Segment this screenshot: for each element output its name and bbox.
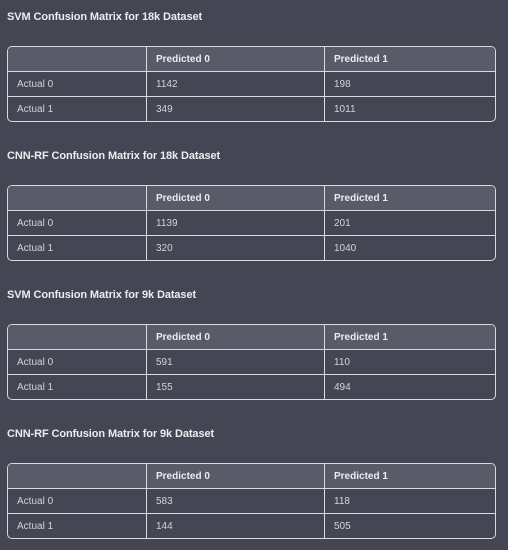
header-cell-predicted-1: Predicted 1 xyxy=(324,464,495,488)
row-label: Actual 1 xyxy=(17,242,54,254)
section-title: CNN-RF Confusion Matrix for 18k Dataset xyxy=(7,150,221,162)
row-label: Actual 0 xyxy=(17,495,54,507)
header-cell-predicted-1: Predicted 1 xyxy=(324,186,495,210)
confusion-matrix-table: Predicted 0 Predicted 1 Actual 0 1142 19… xyxy=(7,46,496,122)
header-cell-empty xyxy=(8,186,146,210)
header-cell-predicted-0: Predicted 0 xyxy=(146,186,324,210)
cell-predicted-0: 155 xyxy=(146,375,324,399)
cell-predicted-1: 1040 xyxy=(324,236,495,260)
table-header-row: Predicted 0 Predicted 1 xyxy=(8,464,495,488)
table-header-row: Predicted 0 Predicted 1 xyxy=(8,325,495,349)
table-row: Actual 0 591 110 xyxy=(8,349,495,374)
header-cell-predicted-0: Predicted 0 xyxy=(146,464,324,488)
header-cell-predicted-1: Predicted 1 xyxy=(324,325,495,349)
header-cell-empty xyxy=(8,464,146,488)
cell-predicted-0: 591 xyxy=(146,350,324,374)
table-row: Actual 0 583 118 xyxy=(8,488,495,513)
table-row: Actual 0 1139 201 xyxy=(8,210,495,235)
cell-predicted-1: 198 xyxy=(324,72,495,96)
header-cell-predicted-0: Predicted 0 xyxy=(146,47,324,71)
row-label: Actual 0 xyxy=(17,217,54,229)
cell-predicted-0: 1142 xyxy=(146,72,324,96)
cell-predicted-1: 494 xyxy=(324,375,495,399)
table-row: Actual 0 1142 198 xyxy=(8,71,495,96)
row-label: Actual 1 xyxy=(17,381,54,393)
confusion-matrix-table: Predicted 0 Predicted 1 Actual 0 583 118… xyxy=(7,463,496,539)
header-cell-empty xyxy=(8,325,146,349)
cell-predicted-0: 1139 xyxy=(146,211,324,235)
table-row: Actual 1 155 494 xyxy=(8,374,495,399)
cell-predicted-0: 583 xyxy=(146,489,324,513)
cell-predicted-0: 320 xyxy=(146,236,324,260)
cell-predicted-1: 201 xyxy=(324,211,495,235)
confusion-matrix-table: Predicted 0 Predicted 1 Actual 0 1139 20… xyxy=(7,185,496,261)
table-row: Actual 1 144 505 xyxy=(8,513,495,538)
row-label: Actual 1 xyxy=(17,520,54,532)
row-label: Actual 0 xyxy=(17,78,54,90)
section-title: SVM Confusion Matrix for 9k Dataset xyxy=(7,289,197,301)
section-title: CNN-RF Confusion Matrix for 9k Dataset xyxy=(7,428,215,440)
table-row: Actual 1 349 1011 xyxy=(8,96,495,121)
table-header-row: Predicted 0 Predicted 1 xyxy=(8,186,495,210)
cell-predicted-0: 144 xyxy=(146,514,324,538)
header-cell-predicted-1: Predicted 1 xyxy=(324,47,495,71)
table-header-row: Predicted 0 Predicted 1 xyxy=(8,47,495,71)
row-label: Actual 1 xyxy=(17,103,54,115)
row-label: Actual 0 xyxy=(17,356,54,368)
section-title: SVM Confusion Matrix for 18k Dataset xyxy=(7,11,203,23)
cell-predicted-1: 110 xyxy=(324,350,495,374)
header-cell-empty xyxy=(8,47,146,71)
cell-predicted-0: 349 xyxy=(146,97,324,121)
cell-predicted-1: 1011 xyxy=(324,97,495,121)
table-row: Actual 1 320 1040 xyxy=(8,235,495,260)
header-cell-predicted-0: Predicted 0 xyxy=(146,325,324,349)
cell-predicted-1: 118 xyxy=(324,489,495,513)
cell-predicted-1: 505 xyxy=(324,514,495,538)
confusion-matrix-table: Predicted 0 Predicted 1 Actual 0 591 110… xyxy=(7,324,496,400)
